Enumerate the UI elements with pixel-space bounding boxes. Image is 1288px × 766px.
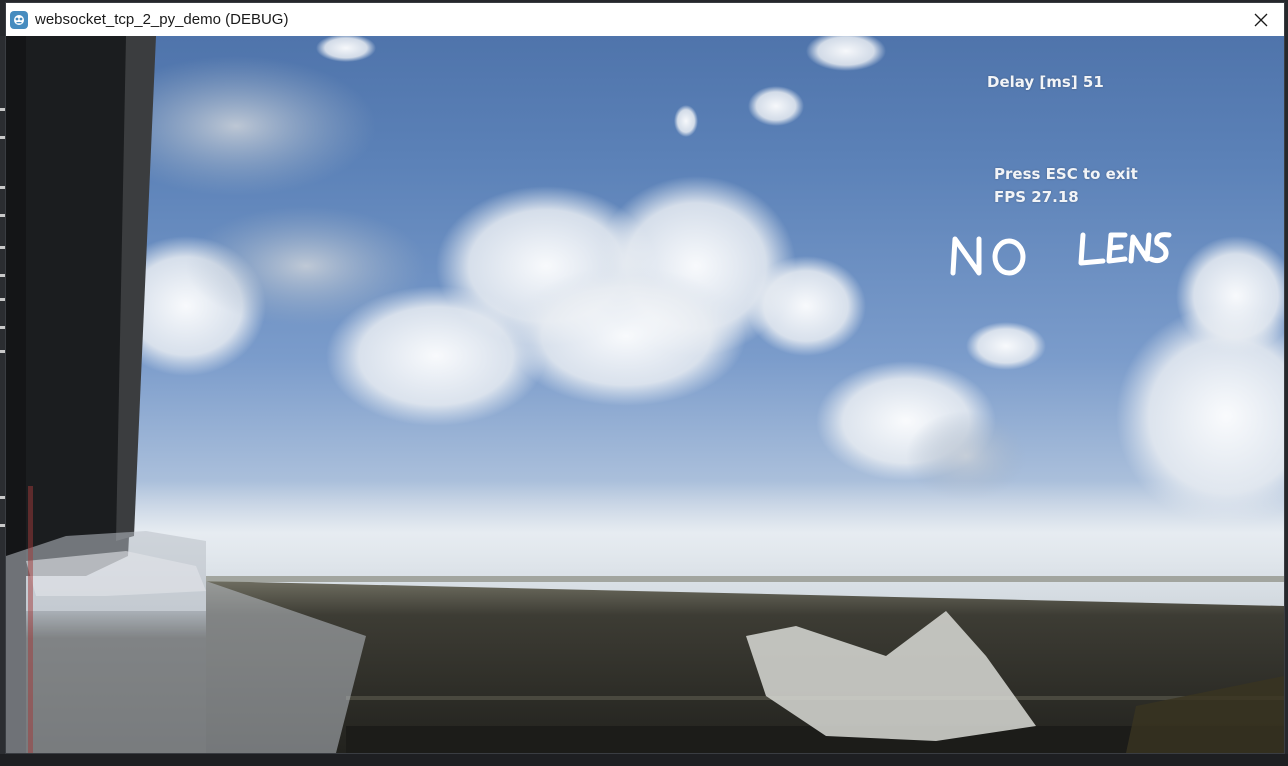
handwritten-no-lens-annotation (950, 232, 1172, 276)
app-window: websocket_tcp_2_py_demo (DEBUG) Delay [m… (5, 2, 1285, 754)
godot-icon (10, 10, 28, 29)
fps-label: FPS 27.18 (994, 188, 1079, 206)
close-button[interactable] (1238, 3, 1284, 36)
close-icon (1254, 13, 1268, 26)
camera-viewport: Delay [ms] 51 Press ESC to exit FPS 27.1… (6, 36, 1284, 753)
window-title: websocket_tcp_2_py_demo (DEBUG) (35, 11, 289, 28)
window-titlebar[interactable]: websocket_tcp_2_py_demo (DEBUG) (6, 3, 1284, 37)
delay-label: Delay [ms] 51 (987, 73, 1104, 91)
camera-feed-image (6, 36, 1284, 753)
exit-hint-label: Press ESC to exit (994, 165, 1138, 183)
background-status-strip (0, 754, 1288, 766)
